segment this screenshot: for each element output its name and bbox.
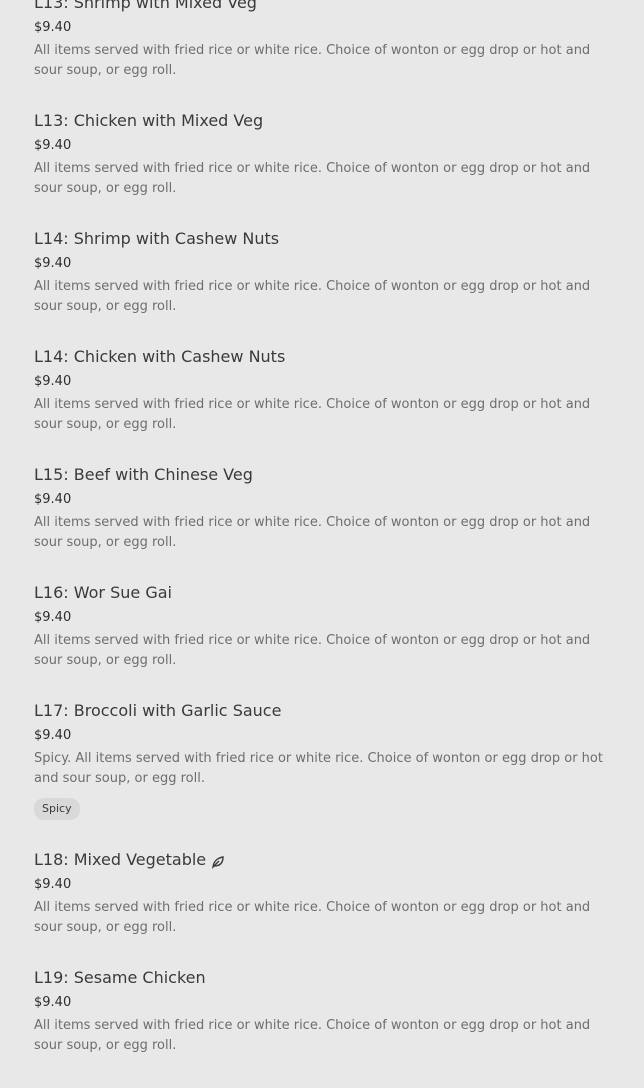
item-price: $9.40 <box>34 877 72 892</box>
menu-item[interactable]: L16: Wor Sue Gai $9.40 All items served … <box>34 582 614 700</box>
menu-item[interactable]: L13: Chicken with Mixed Veg $9.40 All it… <box>34 110 614 228</box>
menu-item[interactable]: L18: Mixed Vegetable $9.40 All items ser… <box>34 849 614 967</box>
item-description: All items served with fried rice or whit… <box>34 900 591 935</box>
item-description: All items served with fried rice or whit… <box>34 43 591 78</box>
item-description: All items served with fried rice or whit… <box>34 1018 591 1053</box>
item-name: L14: Chicken with Cashew Nuts <box>34 347 286 366</box>
item-description: Spicy. All items served with fried rice … <box>34 751 603 786</box>
spicy-tag: Spicy <box>34 798 80 820</box>
menu-item[interactable]: L15: Beef with Chinese Veg $9.40 All ite… <box>34 464 614 582</box>
item-price: $9.40 <box>34 995 72 1010</box>
item-name: L19: Sesame Chicken <box>34 968 206 987</box>
item-name: L13: Shrimp with Mixed Veg <box>34 0 257 12</box>
item-description: All items served with fried rice or whit… <box>34 161 591 196</box>
item-name: L17: Broccoli with Garlic Sauce <box>34 701 282 720</box>
menu-item[interactable]: L17: Broccoli with Garlic Sauce $9.40 Sp… <box>34 700 614 849</box>
item-price: $9.40 <box>34 138 72 153</box>
item-price: $9.40 <box>34 610 72 625</box>
item-price: $9.40 <box>34 374 72 389</box>
menu-item[interactable]: L14: Shrimp with Cashew Nuts $9.40 All i… <box>34 228 614 346</box>
leaf-icon <box>211 853 225 870</box>
item-description: All items served with fried rice or whit… <box>34 397 591 432</box>
item-price: $9.40 <box>34 20 72 35</box>
item-price: $9.40 <box>34 492 72 507</box>
item-name-row: L18: Mixed Vegetable <box>34 849 614 871</box>
item-name: L14: Shrimp with Cashew Nuts <box>34 229 280 248</box>
item-description: All items served with fried rice or whit… <box>34 515 591 550</box>
menu-list: L13: Shrimp with Mixed Veg $9.40 All ite… <box>34 0 614 1085</box>
item-name: L13: Chicken with Mixed Veg <box>34 111 264 130</box>
item-description: All items served with fried rice or whit… <box>34 633 591 668</box>
item-price: $9.40 <box>34 728 72 743</box>
menu-item[interactable]: L19: Sesame Chicken $9.40 All items serv… <box>34 967 614 1085</box>
item-description: All items served with fried rice or whit… <box>34 279 591 314</box>
menu-item[interactable]: L13: Shrimp with Mixed Veg $9.40 All ite… <box>34 0 614 110</box>
item-price: $9.40 <box>34 256 72 271</box>
item-name: L18: Mixed Vegetable <box>34 850 207 869</box>
item-name: L15: Beef with Chinese Veg <box>34 465 253 484</box>
item-name: L16: Wor Sue Gai <box>34 583 172 602</box>
menu-item[interactable]: L14: Chicken with Cashew Nuts $9.40 All … <box>34 346 614 464</box>
